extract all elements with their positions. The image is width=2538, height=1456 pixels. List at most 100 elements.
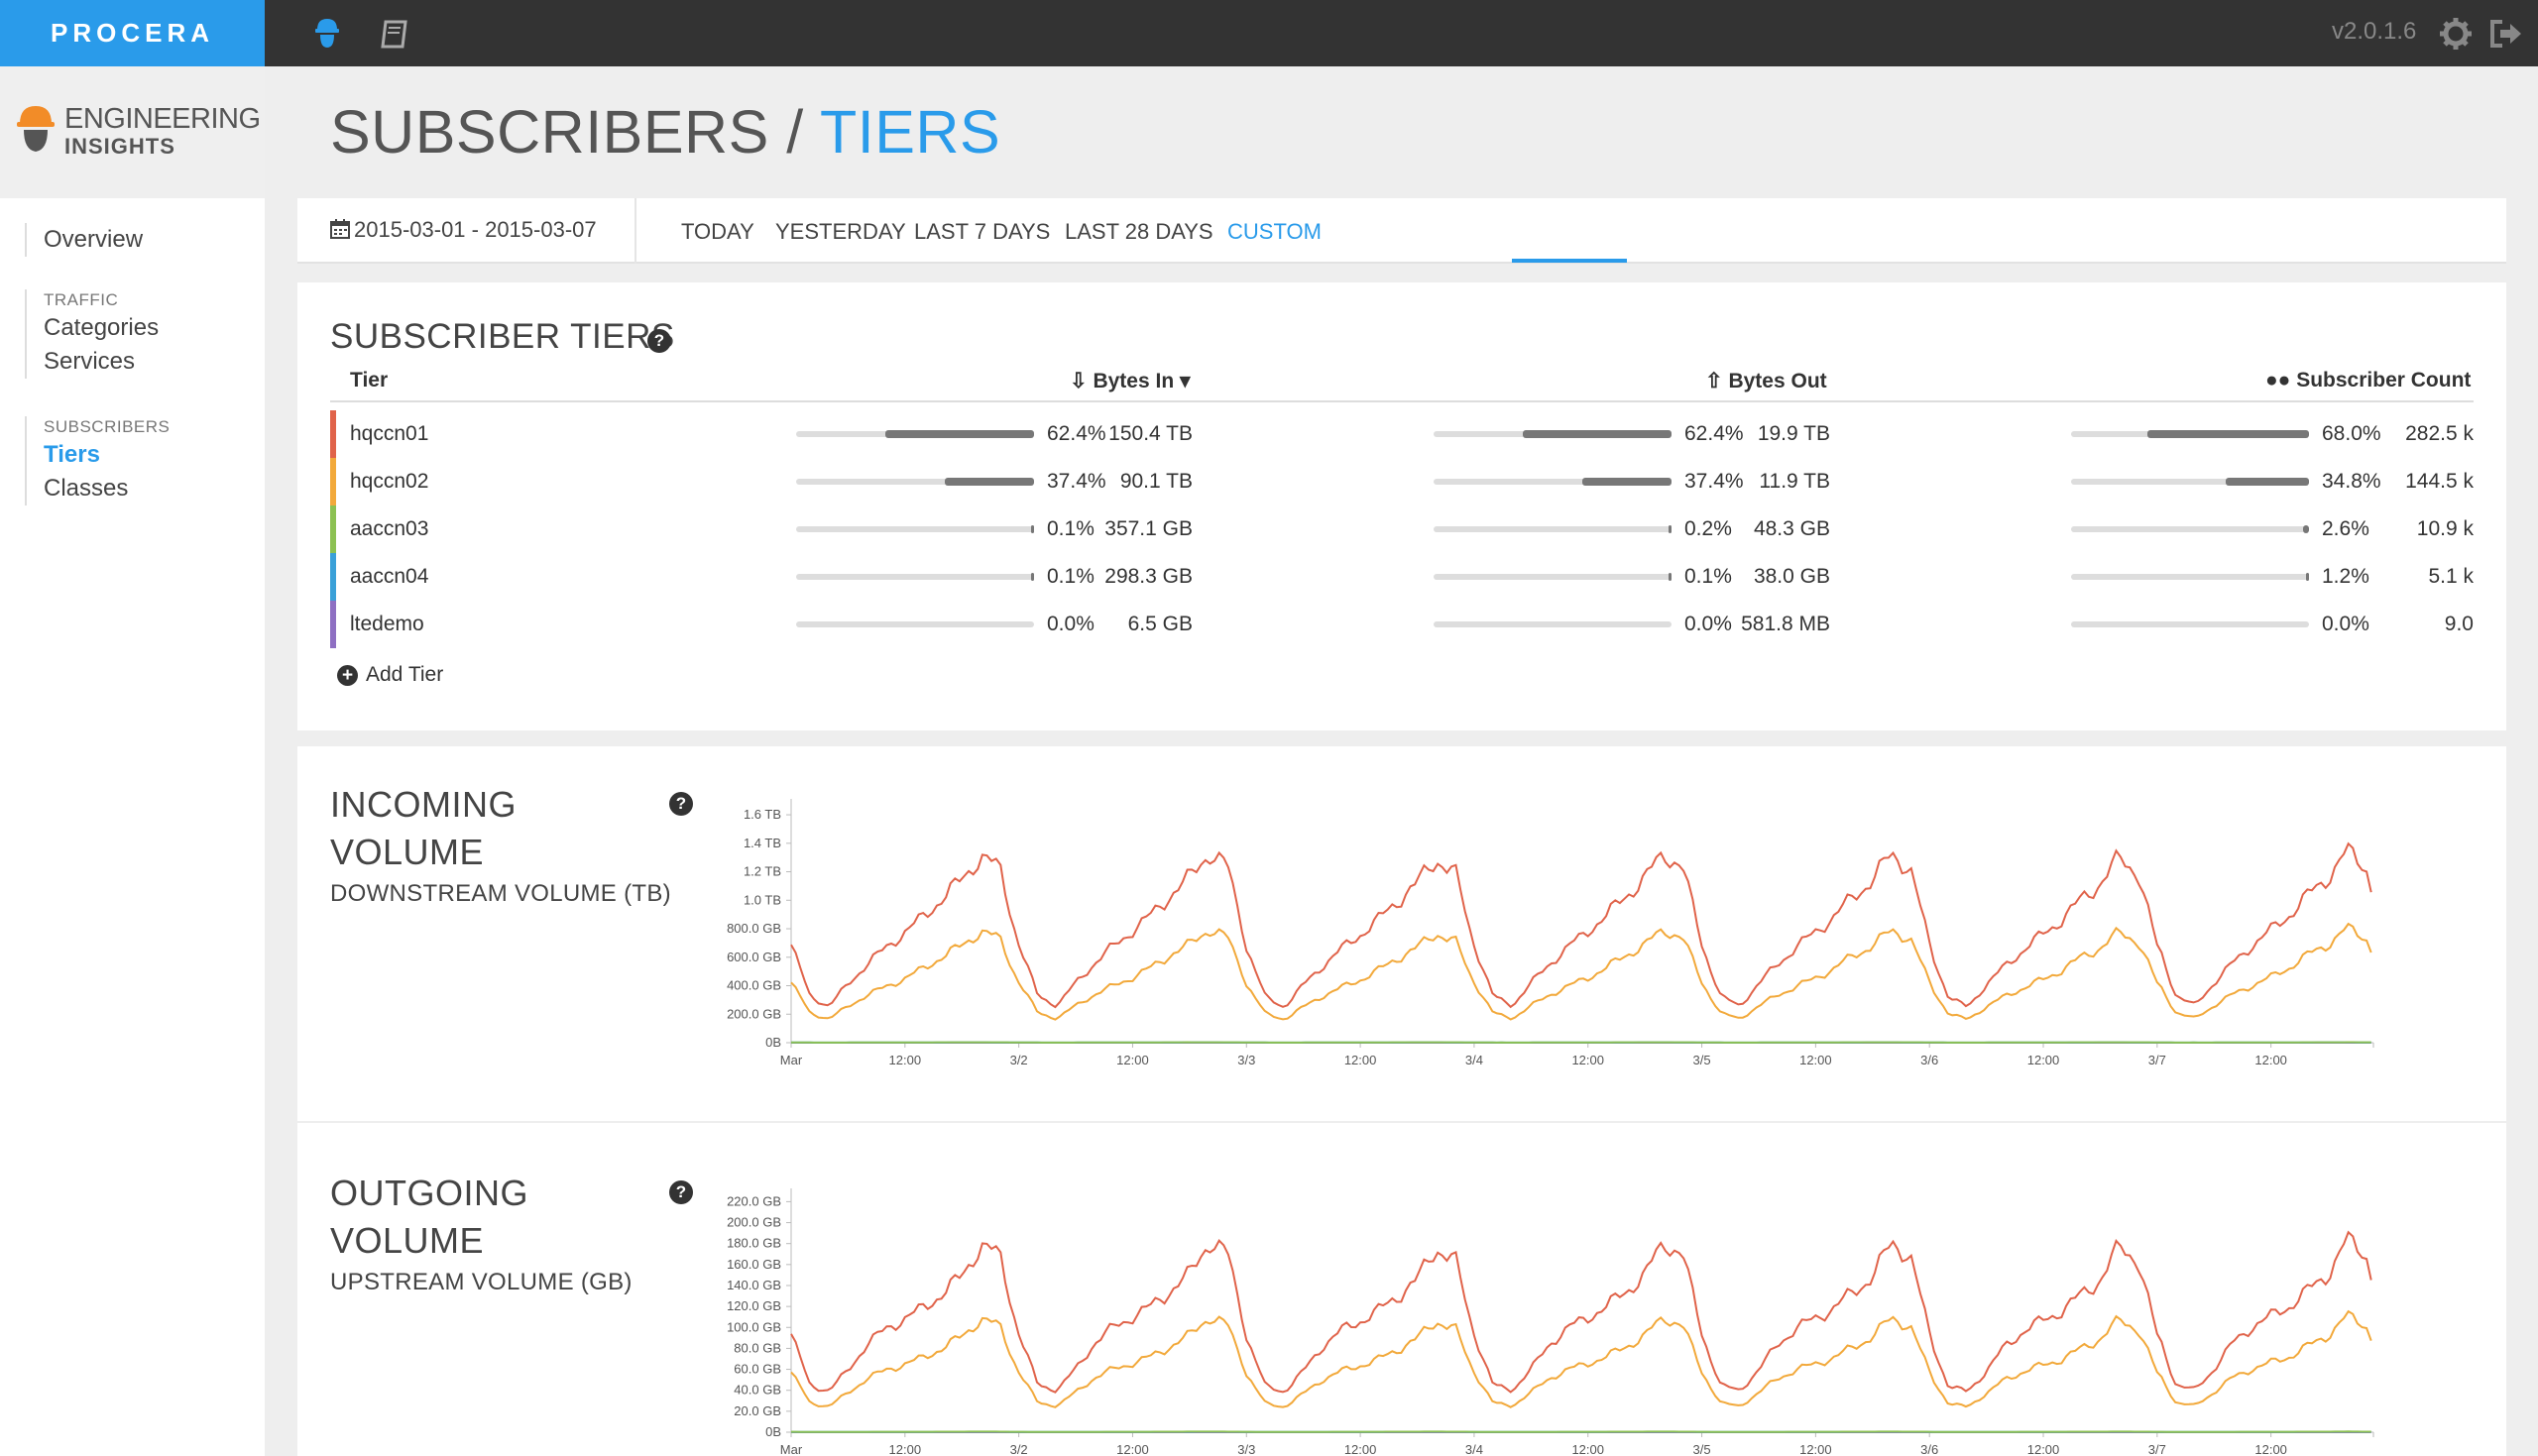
incoming-volume-title: INCOMING VOLUME <box>330 781 517 876</box>
engineer-icon[interactable] <box>307 14 347 54</box>
in-share-bar-fill <box>885 430 1034 438</box>
x-tick-label: 12:00 <box>2027 1053 2060 1067</box>
column-header-bytes-in[interactable]: ⇩ Bytes In ▾ <box>1070 369 1191 393</box>
x-tick-label: 12:00 <box>1799 1442 1832 1456</box>
x-tick-label: 12:00 <box>1799 1053 1832 1067</box>
in-value: 150.4 TB <box>1108 422 1193 445</box>
x-tick-label: 3/6 <box>1920 1053 1938 1067</box>
out-share-bar-fill <box>1523 430 1672 438</box>
sub-value: 5.1 k <box>2428 565 2474 588</box>
y-tick-label: 600.0 GB <box>727 950 781 964</box>
hardhat-icon <box>17 106 55 152</box>
column-header-subscriber-count[interactable]: ●● Subscriber Count <box>2265 369 2471 392</box>
x-tick-label: 12:00 <box>1571 1442 1604 1456</box>
date-filter-bar: 2015-03-01 - 2015-03-07 TODAY YESTERDAY … <box>297 198 2506 264</box>
x-tick-label: 12:00 <box>2254 1053 2287 1067</box>
sub-share-bar-fill <box>2306 573 2309 581</box>
outgoing-title-line2: VOLUME <box>330 1220 485 1261</box>
active-tab-indicator <box>1512 259 1627 263</box>
in-share-bar <box>796 478 1034 486</box>
x-tick-label: 3/7 <box>2148 1053 2166 1067</box>
top-navbar: PROCERA v2.0.1.6 <box>0 0 2538 66</box>
x-tick-label: 12:00 <box>1116 1442 1149 1456</box>
y-tick-label: 60.0 GB <box>734 1362 781 1377</box>
page-title-separator: / <box>768 98 821 166</box>
outgoing-volume-subtitle: UPSTREAM VOLUME (GB) <box>330 1269 633 1295</box>
sub-share-bar <box>2071 430 2309 438</box>
tab-today[interactable]: TODAY <box>681 219 754 245</box>
table-row[interactable]: hqccn02 37.4% 90.1 TB 37.4% 11.9 TB 34.8% 144.… <box>330 458 2474 505</box>
add-tier-button[interactable]: + Add Tier <box>337 663 443 687</box>
tab-custom[interactable]: CUSTOM <box>1227 219 1322 245</box>
sub-share-bar-fill <box>2226 478 2309 486</box>
y-tick-label: 100.0 GB <box>727 1319 781 1334</box>
in-share-bar-fill <box>945 478 1034 486</box>
table-row[interactable]: aaccn03 0.1% 357.1 GB 0.2% 48.3 GB 2.6% 10.9 k <box>330 505 2474 553</box>
sub-share-bar <box>2071 478 2309 486</box>
incoming-volume-subtitle: DOWNSTREAM VOLUME (TB) <box>330 880 671 907</box>
sub-value: 9.0 <box>2444 613 2474 635</box>
upload-icon: ⇧ <box>1705 370 1723 392</box>
add-tier-label: Add Tier <box>366 663 444 686</box>
outgoing-volume-title: OUTGOING VOLUME <box>330 1170 528 1265</box>
table-row[interactable]: hqccn01 62.4% 150.4 TB 62.4% 19.9 TB 68.0% 282… <box>330 410 2474 458</box>
sidebar-item-services[interactable]: Services <box>44 345 159 379</box>
sub-share-bar <box>2071 525 2309 533</box>
date-range-picker[interactable]: 2015-03-01 - 2015-03-07 <box>330 217 597 243</box>
out-value: 581.8 MB <box>1741 613 1830 635</box>
y-tick-label: 200.0 GB <box>727 1215 781 1230</box>
incoming-volume-chart: 0B 200.0 GB 400.0 GB 600.0 GB 800.0 GB 1.0 TB… <box>727 799 2374 1067</box>
column-header-bytes-out[interactable]: ⇧ Bytes Out <box>1705 369 1827 393</box>
y-tick-label: 200.0 GB <box>727 1006 781 1021</box>
in-share-bar-fill <box>1031 573 1034 581</box>
x-tick-label: 3/6 <box>1920 1442 1938 1456</box>
y-tick-label: 220.0 GB <box>727 1193 781 1208</box>
x-tick-label: 12:00 <box>1344 1053 1377 1067</box>
logout-icon[interactable] <box>2486 14 2526 54</box>
x-tick-label: 3/3 <box>1237 1053 1255 1067</box>
nav-subscribers-group: SUBSCRIBERS Tiers Classes <box>25 416 170 505</box>
tier-color-stripe <box>330 505 336 553</box>
tab-last-7-days[interactable]: LAST 7 DAYS <box>914 219 1050 245</box>
table-row[interactable]: aaccn04 0.1% 298.3 GB 0.1% 38.0 GB 1.2% 5.1 k <box>330 553 2474 601</box>
in-share-bar <box>796 621 1034 627</box>
plus-circle-icon: + <box>337 664 358 686</box>
table-header-rule <box>330 400 2474 402</box>
page-title: SUBSCRIBERS / TIERS <box>330 97 1000 167</box>
sidebar-item-categories[interactable]: Categories <box>44 311 159 345</box>
out-share-bar <box>1434 430 1672 438</box>
table-row[interactable]: ltedemo 0.0% 6.5 GB 0.0% 581.8 MB 0.0% 9.0 <box>330 601 2474 648</box>
sidebar: ENGINEERING INSIGHTS Overview TRAFFIC Ca… <box>0 66 265 1456</box>
in-value: 357.1 GB <box>1104 517 1193 540</box>
x-tick-label: 3/5 <box>1693 1442 1711 1456</box>
sub-share-bar-fill <box>2147 430 2309 438</box>
bytes-in-label: Bytes In <box>1093 370 1175 392</box>
book-icon[interactable] <box>375 14 414 54</box>
y-tick-label: 1.0 TB <box>744 892 781 907</box>
sidebar-item-classes[interactable]: Classes <box>44 472 170 505</box>
x-tick-label: 12:00 <box>1344 1442 1377 1456</box>
y-tick-label: 1.6 TB <box>744 807 781 822</box>
sub-share-bar-fill <box>2303 525 2309 533</box>
tab-yesterday[interactable]: YESTERDAY <box>775 219 906 245</box>
outgoing-title-line1: OUTGOING <box>330 1173 528 1213</box>
help-icon[interactable]: ? <box>647 329 671 353</box>
in-share-bar <box>796 430 1034 438</box>
outgoing-help-icon[interactable]: ? <box>669 1180 693 1204</box>
gear-icon[interactable] <box>2436 14 2476 54</box>
sub-share-bar <box>2071 573 2309 581</box>
brand-logo[interactable]: PROCERA <box>0 0 265 66</box>
y-tick-label: 80.0 GB <box>734 1340 781 1355</box>
bytes-out-label: Bytes Out <box>1728 370 1827 392</box>
sub-value: 10.9 k <box>2416 517 2474 540</box>
x-tick-label: 12:00 <box>2254 1442 2287 1456</box>
out-share-bar-fill <box>1669 525 1672 533</box>
sidebar-item-overview[interactable]: Overview <box>44 223 143 257</box>
incoming-help-icon[interactable]: ? <box>669 792 693 816</box>
sidebar-item-tiers[interactable]: Tiers <box>44 438 170 472</box>
in-value: 90.1 TB <box>1119 470 1193 493</box>
tab-last-28-days[interactable]: LAST 28 DAYS <box>1065 219 1213 245</box>
series-line-hqccn02 <box>790 1309 2372 1408</box>
column-header-tier: Tier <box>350 369 389 392</box>
x-tick-label: 12:00 <box>889 1442 922 1456</box>
